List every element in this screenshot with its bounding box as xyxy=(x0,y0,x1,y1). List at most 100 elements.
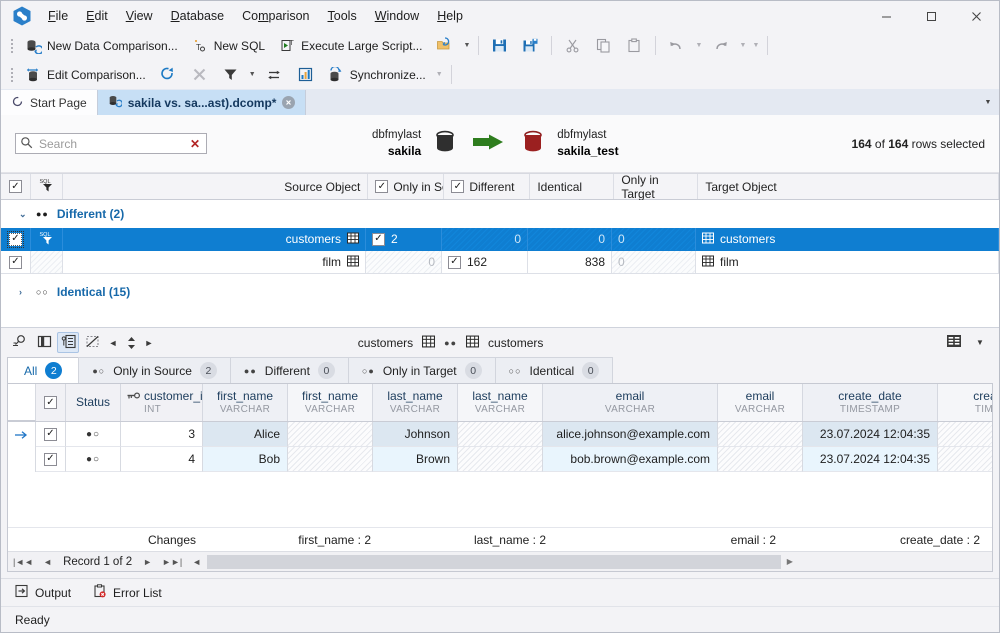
row-sql-filter-cell[interactable]: SQL xyxy=(31,228,63,251)
save-all-button[interactable] xyxy=(515,34,546,57)
only-in-source-header[interactable]: ✓ Only in Sourc xyxy=(368,174,445,199)
row-customer-id[interactable]: 3 xyxy=(121,422,203,447)
horizontal-scrollbar[interactable]: ▶ xyxy=(206,554,992,569)
copy-button[interactable] xyxy=(588,34,619,57)
paste-button[interactable] xyxy=(619,34,650,57)
table-row[interactable]: ✓ film 0 ✓ 162 838 0 film xyxy=(1,251,999,274)
search-box[interactable]: ✕ xyxy=(15,133,207,154)
row-customer-id[interactable]: 4 xyxy=(121,447,203,472)
row-different-checkbox[interactable]: ✓ xyxy=(448,255,461,269)
new-data-comparison-button[interactable]: New Data Comparison... xyxy=(18,34,185,57)
row-checkbox[interactable]: ✓ xyxy=(9,255,22,269)
error-list-panel-button[interactable]: Error List xyxy=(93,584,162,601)
row-last-name-source[interactable]: Johnson xyxy=(373,422,458,447)
edit-comparison-button[interactable]: Edit Comparison... xyxy=(18,63,153,86)
row-select-cell[interactable]: ✓ xyxy=(36,422,66,447)
sql-filter-header[interactable]: SQL xyxy=(31,174,63,199)
output-panel-button[interactable]: Output xyxy=(15,584,71,601)
nav-scroll-left-button[interactable]: ◄ xyxy=(187,557,206,567)
toolbar-grip-2[interactable] xyxy=(8,66,15,84)
select-all-rows-header[interactable]: ✓ xyxy=(36,384,66,421)
target-object-header[interactable]: Target Object xyxy=(698,174,1000,199)
search-input[interactable] xyxy=(37,135,184,152)
row-select-checkbox[interactable]: ✓ xyxy=(44,452,57,466)
row-first-name-source[interactable]: Bob xyxy=(203,447,288,472)
table-row[interactable]: ✓ SQL customers ✓ 2 0 0 0 customers xyxy=(1,228,999,251)
synchronize-button[interactable]: Synchronize... xyxy=(321,63,433,86)
detail-options-dropdown[interactable]: ▼ xyxy=(969,332,991,353)
undo-dropdown-arrow[interactable]: ▼ xyxy=(692,34,705,57)
row-select-cell[interactable]: ✓ xyxy=(36,447,66,472)
email-target-column-header[interactable]: email VARCHAR xyxy=(718,384,803,421)
split-view-button[interactable] xyxy=(33,332,55,353)
group-header-different[interactable]: ⌄ ●● Different (2) xyxy=(1,200,999,228)
different-filter-checkbox[interactable]: ✓ xyxy=(451,180,465,193)
only-in-target-header[interactable]: Only in Target xyxy=(614,173,699,201)
row-email-source[interactable]: alice.johnson@example.com xyxy=(543,422,718,447)
email-source-column-header[interactable]: email VARCHAR xyxy=(543,384,718,421)
stop-button[interactable] xyxy=(184,63,215,86)
table-row[interactable]: ✓ ●○ 4 Bob Brown bob.brown@example.com 2… xyxy=(8,447,992,472)
column-chooser-button[interactable] xyxy=(943,332,965,353)
maximize-button[interactable] xyxy=(909,1,954,31)
menu-window[interactable]: Window xyxy=(366,5,428,27)
cut-button[interactable] xyxy=(557,34,588,57)
first-name-source-column-header[interactable]: first_name VARCHAR xyxy=(203,384,288,421)
row-email-source[interactable]: bob.brown@example.com xyxy=(543,447,718,472)
tab-list-dropdown[interactable]: ▼ xyxy=(977,90,999,115)
redo-button[interactable] xyxy=(705,34,736,57)
close-button[interactable] xyxy=(954,1,999,31)
row-create-date-source[interactable]: 23.07.2024 12:04:35 xyxy=(803,422,938,447)
table-row[interactable]: ✓ ●○ 3 Alice Johnson alice.johnson@examp… xyxy=(8,422,992,447)
only-in-source-filter-checkbox[interactable]: ✓ xyxy=(375,180,389,193)
create-date-target-column-header[interactable]: create_date TIMESTAMP xyxy=(938,384,992,421)
execute-large-script-button[interactable]: T Execute Large Script... xyxy=(272,34,429,57)
menu-edit[interactable]: Edit xyxy=(77,5,117,27)
up-down-spinner[interactable] xyxy=(123,332,139,353)
group-header-identical[interactable]: › ○○ Identical (15) xyxy=(1,278,999,306)
tab-close-icon[interactable] xyxy=(282,96,296,109)
prev-change-button[interactable]: ◄ xyxy=(105,332,121,353)
tab-sakila-comparison[interactable]: sakila vs. sa...ast).dcomp* xyxy=(97,90,307,115)
swap-button[interactable] xyxy=(259,63,290,86)
report-button[interactable] xyxy=(290,63,321,86)
chevron-right-icon[interactable]: › xyxy=(19,287,28,297)
row-checkbox[interactable]: ✓ xyxy=(7,230,24,248)
next-change-button[interactable]: ► xyxy=(141,332,157,353)
open-dropdown-arrow[interactable]: ▼ xyxy=(460,34,473,57)
different-header[interactable]: ✓ Different xyxy=(444,174,531,199)
save-button[interactable] xyxy=(484,34,515,57)
chevron-down-icon[interactable]: ⌄ xyxy=(19,209,28,220)
tab-different[interactable]: ●● Different 0 xyxy=(229,357,349,383)
menu-file[interactable]: File xyxy=(39,5,77,27)
row-select-checkbox[interactable]: ✓ xyxy=(44,427,57,441)
record-view-button[interactable] xyxy=(57,332,79,353)
nav-scroll-right-button[interactable]: ▶ xyxy=(781,557,799,566)
open-button[interactable] xyxy=(429,34,460,57)
last-name-target-column-header[interactable]: last_name VARCHAR xyxy=(458,384,543,421)
menu-tools[interactable]: Tools xyxy=(319,5,366,27)
row-only-in-source[interactable]: ✓ 2 xyxy=(366,228,442,251)
row-checkbox-cell[interactable]: ✓ xyxy=(1,251,31,274)
row-last-name-source[interactable]: Brown xyxy=(373,447,458,472)
redo-dropdown-arrow[interactable]: ▼ xyxy=(736,34,749,57)
search-clear-icon[interactable]: ✕ xyxy=(188,137,202,151)
nav-last-button[interactable]: ►►| xyxy=(157,557,187,567)
tab-only-in-target[interactable]: ○● Only in Target 0 xyxy=(347,357,496,383)
select-all-rows-checkbox[interactable]: ✓ xyxy=(44,396,57,409)
select-all-checkbox-header[interactable]: ✓ xyxy=(1,174,31,199)
nav-prev-button[interactable]: ◄ xyxy=(38,557,57,567)
identical-header[interactable]: Identical xyxy=(530,174,615,199)
nav-first-button[interactable]: |◄◄ xyxy=(8,557,38,567)
refresh-button[interactable] xyxy=(153,63,184,86)
filter-button[interactable] xyxy=(215,63,246,86)
tab-start-page[interactable]: Start Page xyxy=(1,90,98,115)
filter-dropdown-arrow[interactable]: ▼ xyxy=(246,63,259,86)
last-name-source-column-header[interactable]: last_name VARCHAR xyxy=(373,384,458,421)
row-different[interactable]: ✓ 162 xyxy=(442,251,528,274)
toolbar-overflow-arrow[interactable]: ▼ xyxy=(749,34,762,57)
tab-only-in-source[interactable]: ●○ Only in Source 2 xyxy=(78,357,231,383)
status-column-header[interactable]: Status xyxy=(66,384,121,421)
row-checkbox-cell[interactable]: ✓ xyxy=(1,228,31,251)
customer-id-column-header[interactable]: customer_id INT xyxy=(121,384,209,421)
